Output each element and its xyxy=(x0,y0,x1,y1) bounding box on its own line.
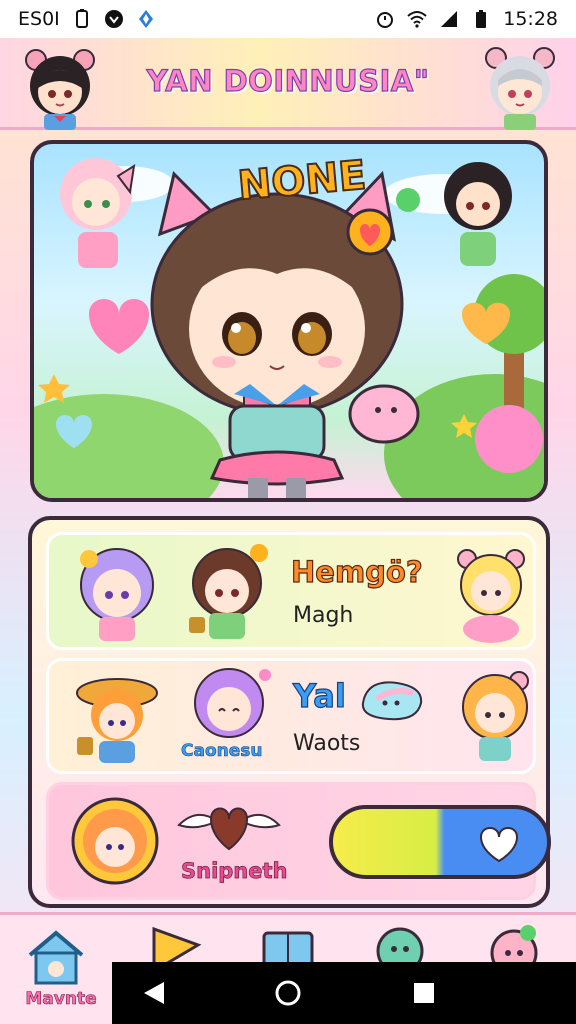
status-time: 15:28 xyxy=(503,8,558,30)
nav-item-home[interactable]: Mavnte xyxy=(0,915,112,1024)
panel-row-3[interactable]: Snipneth xyxy=(46,782,551,900)
avatar-right[interactable] xyxy=(474,42,566,130)
row1-title: Hemgö? xyxy=(290,554,423,589)
panel-row-1[interactable]: Hemgö? Magh xyxy=(46,532,536,650)
row2-subtitle: Waots xyxy=(293,731,361,756)
system-nav-bar xyxy=(112,962,576,1024)
status-left-text: ES0I xyxy=(18,8,60,30)
home-icon xyxy=(28,930,84,985)
wifi-icon xyxy=(407,11,427,28)
hero-banner[interactable]: NONE xyxy=(30,140,548,502)
row2-title: Yal xyxy=(292,676,346,715)
recents-icon[interactable] xyxy=(412,981,436,1005)
character-panel: Hemgö? Magh Caonesu Yal Waots Snipneth xyxy=(28,516,551,908)
character-blonde-bear[interactable] xyxy=(449,545,533,645)
character-purple-hair[interactable] xyxy=(69,543,165,643)
character-hat[interactable] xyxy=(69,667,165,767)
app-header: YAN DOINNUSIA" xyxy=(0,38,576,130)
row3-caption: Snipneth xyxy=(181,859,288,884)
toggle-pill-button[interactable] xyxy=(329,805,551,879)
app-title: YAN DOINNUSIA" xyxy=(146,63,430,98)
coin-avatar[interactable] xyxy=(71,795,159,887)
back-icon[interactable] xyxy=(142,980,168,1006)
battery-saver-icon xyxy=(75,9,88,28)
pet-blob[interactable] xyxy=(357,673,427,725)
nav-item-home-label: Mavnte xyxy=(25,989,97,1010)
heart-icon xyxy=(479,827,519,863)
row1-subtitle: Magh xyxy=(293,603,354,628)
shield-icon xyxy=(104,10,123,28)
home-circle-icon[interactable] xyxy=(274,979,302,1007)
character-lilac-hair[interactable] xyxy=(179,665,279,743)
avatar-left[interactable] xyxy=(14,42,106,130)
panel-row-2[interactable]: Caonesu Yal Waots xyxy=(46,658,536,774)
alarm-icon xyxy=(377,12,394,28)
row2-caption: Caonesu xyxy=(181,741,263,762)
status-bar: ES0I 15:28 xyxy=(0,0,576,38)
bluetooth-icon xyxy=(138,10,153,28)
winged-heart-icon[interactable] xyxy=(177,795,281,857)
battery-icon xyxy=(476,10,487,28)
character-orange-hair[interactable] xyxy=(453,667,537,767)
character-brown-hair[interactable] xyxy=(177,543,277,643)
signal-icon xyxy=(441,11,458,27)
